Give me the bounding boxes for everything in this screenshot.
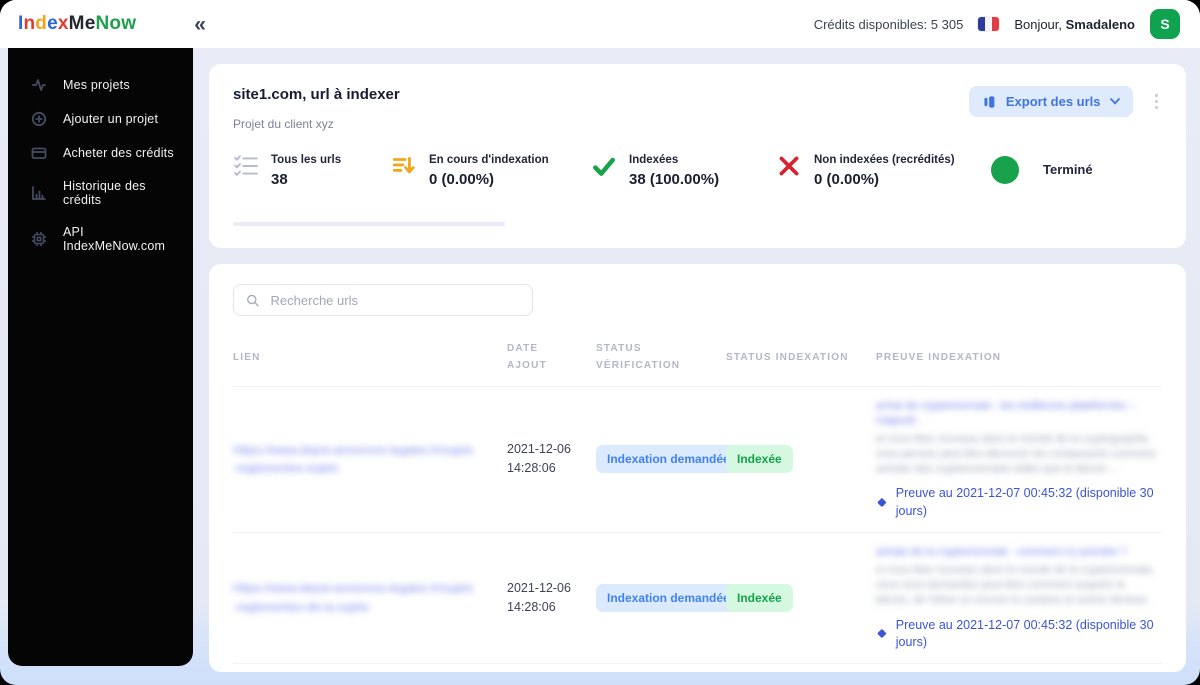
sidebar-item-label: Historique des crédits [63, 179, 146, 207]
credits-available: Crédits disponibles: 5 305 [813, 16, 964, 32]
urls-table-card: Lien Date ajout Status vérification Stat… [209, 264, 1186, 672]
search-input[interactable] [268, 291, 520, 309]
url-link-blurred[interactable]: Https://www.depot-annonces-legales.fr/su… [233, 579, 507, 616]
column-header-status-indexation: Status indexation [726, 351, 849, 363]
status-indexation-badge: Indexée [726, 583, 793, 612]
proof-cell: achat de cryptomonnaie : les meilleures … [876, 395, 1162, 524]
app-window: IndexMeNow « Crédits disponibles: 5 305 … [0, 0, 1200, 685]
stat-value: 0 (0.00%) [814, 170, 880, 188]
stat-label: Tous les urls [271, 154, 342, 166]
proof-link-label: Preuve au 2021-12-07 00:45:32 (disponibl… [895, 617, 1154, 649]
cpu-icon [32, 232, 46, 246]
stat-label: Indexées [629, 154, 679, 166]
stat-en-cours: En cours d'indexation 0 (0.00%) [391, 153, 591, 188]
proof-tag-icon [877, 629, 887, 638]
proof-body-blurred: et vous êtes nouveau dans le monde de la… [876, 432, 1156, 475]
french-flag-icon[interactable] [978, 17, 1000, 31]
page-title: site1.com, url à indexer [233, 86, 400, 103]
indexing-queue-icon [392, 157, 415, 174]
table-row: Https://www.depot-annonces-legales.fr/su… [233, 387, 1162, 533]
column-header-date-ajout: Date ajout [507, 343, 547, 371]
main-content: site1.com, url à indexer Projet du clien… [209, 48, 1186, 672]
logo: IndexMeNow [18, 13, 137, 34]
sidebar-item-api[interactable]: API IndexMeNow.com [8, 216, 193, 262]
stat-indexees: Indexées 38 (100.00%) [591, 153, 776, 188]
sidebar-collapse-icon[interactable]: « [194, 14, 206, 35]
avatar[interactable]: S [1150, 9, 1180, 39]
sidebar-item-label: Ajouter un projet [63, 112, 159, 126]
sidebar-item-label: API IndexMeNow.com [63, 225, 166, 253]
sidebar-item-label: Acheter des crédits [63, 146, 174, 160]
table-row: Https://www.depot-annonces-legales.fr/su… [233, 533, 1162, 665]
proof-link-label: Preuve au 2021-12-07 00:45:32 (disponibl… [895, 486, 1154, 518]
date-cell: 2021-12-06 14:28:06 [507, 579, 596, 618]
project-summary-card: site1.com, url à indexer Projet du clien… [209, 64, 1186, 248]
cross-icon [779, 156, 799, 176]
column-header-status-verification: Status vérification [596, 343, 681, 371]
chevron-down-icon [1109, 98, 1120, 105]
stat-value: 38 [271, 170, 288, 188]
project-subtitle: Projet du client xyz [233, 117, 334, 131]
proof-body-blurred: si vous êtes nouveau dans le monde de la… [876, 563, 1155, 606]
time-line: 14:28:06 [507, 599, 556, 614]
sidebar-item-ajouter-projet[interactable]: Ajouter un projet [8, 102, 193, 136]
stat-termine: Terminé [991, 153, 1093, 188]
user-greeting: Bonjour, Smadaleno [1014, 17, 1135, 32]
sidebar-item-label: Mes projets [63, 78, 130, 92]
table-row: Https://www.depot-annonces-legales.fr/su… [233, 664, 1162, 672]
more-options-button[interactable] [1151, 90, 1163, 114]
export-button-label: Export des urls [1005, 94, 1101, 109]
progress-track [233, 222, 505, 226]
project-heading: site1.com, url à indexer Projet du clien… [233, 86, 400, 131]
export-urls-button[interactable]: Export des urls [968, 86, 1133, 117]
date-cell: 2021-12-06 14:28:06 [507, 440, 596, 479]
status-verification-badge: Indexation demandée [596, 445, 741, 474]
checklist-icon [234, 155, 258, 176]
credit-card-icon [31, 147, 47, 159]
stat-total-urls: Tous les urls 38 [233, 153, 391, 188]
table-header: Lien Date ajout Status vérification Stat… [233, 340, 1162, 387]
stat-non-indexees: Non indexées (recrédités) 0 (0.00%) [776, 153, 991, 188]
sidebar-item-mes-projets[interactable]: Mes projets [8, 68, 193, 102]
date-line: 2021-12-06 [507, 442, 571, 457]
export-icon [984, 96, 995, 108]
proof-tag-icon [877, 498, 887, 507]
stat-value: 0 (0.00%) [429, 170, 495, 188]
status-indexation-badge: Indexée [726, 445, 793, 474]
status-verification-badge: Indexation demandée [596, 583, 741, 612]
topbar-right: Crédits disponibles: 5 305 Bonjour, Smad… [814, 9, 1180, 39]
search-box[interactable] [233, 284, 533, 316]
proof-title-blurred: achats de la cryptomonnaie : comment s'y… [876, 545, 1127, 558]
bar-chart-icon [32, 186, 46, 200]
proof-title-blurred: achat de cryptomonnaie : les meilleures … [876, 400, 1135, 427]
status-label: Terminé [1043, 162, 1093, 178]
check-icon [593, 157, 615, 176]
greeting-text: Bonjour, [1014, 16, 1063, 32]
proof-link[interactable]: Preuve au 2021-12-07 00:45:32 (disponibl… [876, 617, 1160, 652]
sidebar: Mes projets Ajouter un projet Acheter de… [8, 48, 193, 666]
time-line: 14:28:06 [507, 461, 556, 476]
sidebar-item-acheter-credits[interactable]: Acheter des crédits [8, 136, 193, 170]
search-icon [247, 294, 259, 306]
sidebar-item-historique-credits[interactable]: Historique des crédits [8, 170, 193, 216]
column-header-preuve-indexation: Preuve indexation [876, 351, 1002, 363]
stats-row: Tous les urls 38 En cours d'indexation 0… [233, 153, 1162, 188]
status-complete-circle-icon [991, 156, 1019, 185]
stat-value: 38 (100.00%) [629, 170, 720, 188]
stat-label: En cours d'indexation [429, 154, 549, 166]
plus-circle-icon [31, 111, 47, 127]
date-line: 2021-12-06 [507, 580, 571, 595]
username: Smadaleno [1065, 16, 1135, 32]
activity-icon [32, 79, 46, 91]
column-header-lien: Lien [233, 351, 261, 363]
proof-link[interactable]: Preuve au 2021-12-07 00:45:32 (disponibl… [876, 485, 1160, 520]
proof-cell: achats de la cryptomonnaie : comment s'y… [876, 541, 1162, 655]
top-bar: IndexMeNow « Crédits disponibles: 5 305 … [0, 0, 1200, 48]
url-link-blurred[interactable]: Https://www.depot-annonces-legales.fr/su… [233, 441, 507, 478]
stat-label: Non indexées (recrédités) [814, 154, 955, 166]
